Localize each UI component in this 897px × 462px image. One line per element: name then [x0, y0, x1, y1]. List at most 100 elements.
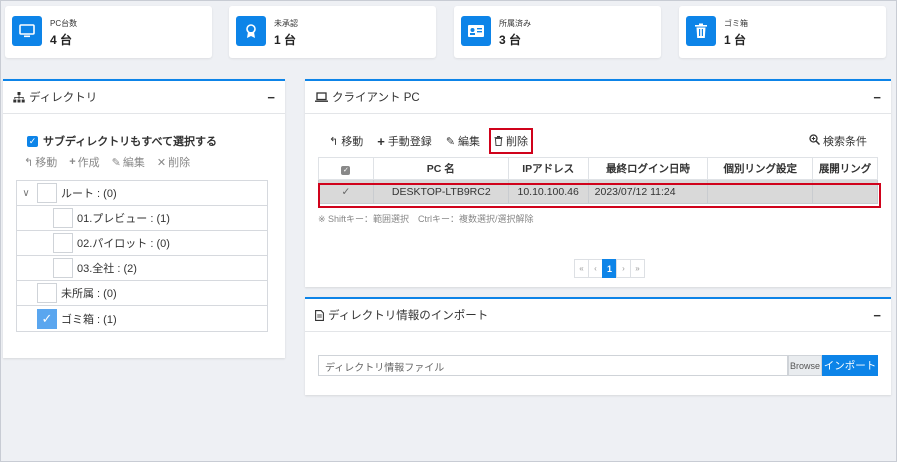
tree-node-trash[interactable]: ✓ ゴミ箱 : (1): [17, 306, 267, 331]
reply-icon: ↰: [329, 135, 339, 148]
tree-node-label: 03.全社 : (2): [77, 263, 137, 275]
stat-label: ゴミ箱: [724, 19, 748, 28]
edit-icon: ✎: [111, 156, 121, 169]
column-header[interactable]: 展開リング: [812, 157, 878, 180]
edit-label: 編集: [122, 157, 145, 169]
client-toolbar: ↰ 移動 + 手動登録 ✎ 編集 削除: [329, 128, 534, 154]
stat-card-unapproved: 未承認 1 台: [229, 6, 436, 58]
tree-checkbox-checked[interactable]: ✓: [37, 308, 57, 329]
laptop-icon: [315, 91, 328, 103]
badge-icon: [236, 16, 266, 46]
directory-tree: ∨ ルート : (0) 01.プレビュー : (1) 02.パイロット : (0…: [16, 180, 268, 332]
import-panel-header: ディレクトリ情報のインポート −: [305, 299, 891, 332]
reply-icon: ↰: [24, 156, 34, 169]
tree-node-label: 未所属 : (0): [61, 288, 117, 300]
last-login-cell: 2023/07/12 11:24: [587, 179, 709, 204]
create-label: 作成: [77, 157, 100, 169]
stat-card-trash: ゴミ箱 1 台: [679, 6, 886, 58]
minimize-button[interactable]: −: [873, 90, 881, 105]
ip-cell: 10.10.100.46: [507, 179, 589, 204]
tree-checkbox[interactable]: [37, 183, 57, 203]
tree-node-root[interactable]: ∨ ルート : (0): [17, 181, 267, 206]
selection-hint: ※ Shiftキー：範囲選択 Ctrlキー：複数選択/選択解除: [318, 214, 534, 224]
pc-name-cell: DESKTOP-LTB9RC2: [372, 179, 509, 204]
move-directory-button[interactable]: ↰ 移動: [24, 154, 57, 170]
directory-panel-header: ディレクトリ −: [3, 81, 285, 114]
manual-register-label: 手動登録: [387, 136, 432, 148]
select-all-header[interactable]: ✓: [318, 157, 374, 180]
tree-node-preview[interactable]: 01.プレビュー : (1): [17, 206, 267, 231]
desktop-icon: [12, 16, 42, 46]
page-1-button[interactable]: 1: [602, 259, 617, 278]
tree-node-company[interactable]: 03.全社 : (2): [17, 256, 267, 281]
close-icon: ✕: [156, 156, 167, 169]
table-row[interactable]: ✓ DESKTOP-LTB9RC2 10.10.100.46 2023/07/1…: [318, 179, 878, 204]
tree-node-unassigned[interactable]: 未所属 : (0): [17, 281, 267, 306]
directory-actions: ↰ 移動 + 作成 ✎ 編集 ✕ 削除: [24, 154, 190, 170]
stat-card-assigned: 所属済み 3 台: [454, 6, 661, 58]
row-check-icon[interactable]: ✓: [318, 179, 374, 204]
stat-label: 未承認: [274, 19, 298, 28]
edit-icon: ✎: [445, 135, 456, 148]
tree-checkbox[interactable]: [53, 208, 73, 228]
first-page-button[interactable]: «: [574, 259, 589, 278]
pagination: « ‹ 1 › »: [574, 259, 645, 278]
next-page-button[interactable]: ›: [616, 259, 631, 278]
tree-checkbox[interactable]: [37, 283, 57, 303]
checkbox-checked-icon: ✓: [341, 165, 351, 175]
panel-title: ディレクトリ情報のインポート: [328, 310, 489, 322]
minimize-button[interactable]: −: [873, 308, 881, 323]
create-directory-button[interactable]: + 作成: [69, 154, 99, 170]
column-header[interactable]: 個別リング設定: [707, 157, 814, 180]
client-pc-panel: クライアント PC − ↰ 移動 + 手動登録 ✎ 編集 削除 検索条件 ✓ PC 名…: [305, 79, 891, 287]
panel-title: ディレクトリ: [29, 92, 98, 104]
client-table: ✓ PC 名 IPアドレス 最終ログイン日時 個別リング設定 展開リング ✓ D…: [318, 157, 878, 204]
stat-value: 1 台: [274, 33, 297, 47]
directory-panel: ディレクトリ − ✓ サブディレクトリもすべて選択する ↰ 移動 + 作成 ✎ 編集 …: [3, 79, 285, 358]
move-label: 移動: [35, 157, 58, 169]
select-subdirectories-label: サブディレクトリもすべて選択する: [43, 136, 218, 148]
minimize-button[interactable]: −: [267, 90, 275, 105]
tree-checkbox[interactable]: [53, 258, 73, 278]
manual-register-button[interactable]: + 手動登録: [377, 133, 432, 149]
select-subdirectories-checkbox[interactable]: ✓ サブディレクトリもすべて選択する: [27, 133, 217, 149]
stat-label: 所属済み: [499, 19, 531, 28]
ring-setting-cell: [707, 179, 814, 204]
column-header[interactable]: 最終ログイン日時: [587, 157, 709, 180]
edit-directory-button[interactable]: ✎ 編集: [112, 154, 145, 170]
file-text-icon: [315, 309, 324, 321]
import-panel: ディレクトリ情報のインポート − ディレクトリ情報ファイル Browse インポ…: [305, 297, 891, 395]
sitemap-icon: [13, 91, 25, 103]
edit-pc-button[interactable]: ✎ 編集: [446, 133, 480, 149]
id-card-icon: [461, 16, 491, 46]
trash-icon: [686, 16, 716, 46]
search-conditions-button[interactable]: 検索条件: [809, 133, 867, 149]
stat-value: 3 台: [499, 33, 522, 47]
import-file-input[interactable]: ディレクトリ情報ファイル: [318, 355, 788, 376]
tree-node-label: 01.プレビュー : (1): [77, 213, 170, 225]
checkbox-checked-icon: ✓: [27, 135, 38, 147]
stat-label: PC台数: [50, 19, 78, 28]
stat-value: 1 台: [724, 33, 747, 47]
delete-directory-button[interactable]: ✕ 削除: [157, 154, 190, 170]
search-conditions-label: 検索条件: [823, 136, 867, 148]
plus-icon: +: [69, 156, 76, 168]
trash-icon: [494, 136, 503, 146]
move-label: 移動: [341, 136, 364, 148]
client-pc-panel-header: クライアント PC −: [305, 81, 891, 114]
tree-node-label: 02.パイロット : (0): [77, 238, 170, 250]
browse-button[interactable]: Browse: [788, 355, 822, 376]
panel-title: クライアント PC: [332, 92, 420, 104]
last-page-button[interactable]: »: [630, 259, 645, 278]
delete-pc-button[interactable]: 削除: [489, 128, 534, 154]
move-pc-button[interactable]: ↰ 移動: [329, 133, 363, 149]
delete-label: 削除: [506, 136, 529, 148]
tree-node-pilot[interactable]: 02.パイロット : (0): [17, 231, 267, 256]
stat-card-pc-count: PC台数 4 台: [5, 6, 212, 58]
prev-page-button[interactable]: ‹: [588, 259, 603, 278]
column-header[interactable]: IPアドレス: [507, 157, 589, 180]
chevron-down-icon[interactable]: ∨: [19, 188, 33, 199]
import-button[interactable]: インポート: [822, 355, 878, 376]
tree-checkbox[interactable]: [53, 233, 73, 253]
column-header[interactable]: PC 名: [372, 157, 509, 180]
